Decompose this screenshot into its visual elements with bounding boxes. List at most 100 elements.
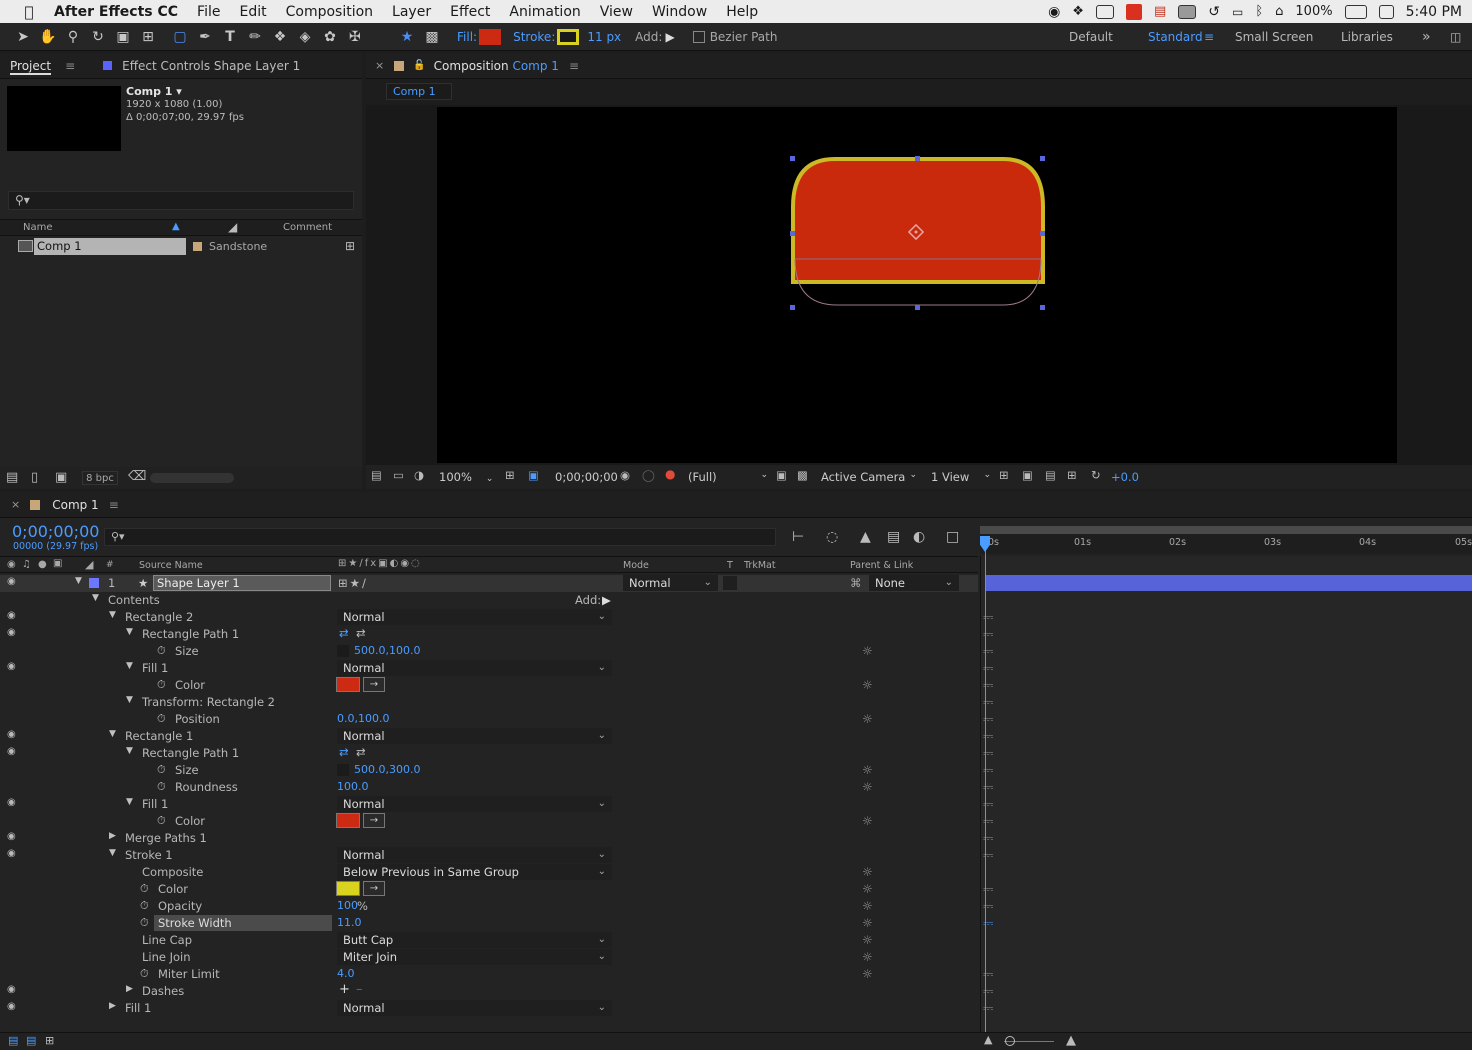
stopwatch-icon[interactable]: ⏱ bbox=[157, 814, 166, 828]
transparency-grid-icon[interactable]: ▩ bbox=[797, 468, 808, 482]
line-cap-dropdown[interactable]: Butt Cap ⌄ bbox=[337, 932, 612, 948]
parent-dropdown[interactable]: None ⌄ bbox=[869, 575, 959, 591]
sort-ascending-icon[interactable]: ▲ bbox=[172, 221, 180, 232]
monitor-icon[interactable]: ▭ bbox=[393, 468, 404, 482]
views-dropdown[interactable]: 1 View ⌄ bbox=[931, 470, 991, 484]
battery-icon[interactable] bbox=[1344, 4, 1367, 19]
eyedropper-icon[interactable]: → bbox=[363, 881, 385, 896]
expression-icon[interactable]: ☼ bbox=[862, 865, 873, 879]
path-direction-icon[interactable]: ⇄ bbox=[339, 626, 349, 640]
layer-switches[interactable]: ⊞★∕ bbox=[338, 576, 368, 590]
workspace-menu-icon[interactable]: ≡ bbox=[1204, 23, 1214, 51]
comp-info-name[interactable]: Comp 1 ▾ bbox=[126, 85, 182, 98]
miter-limit-value[interactable]: 4.0 bbox=[337, 967, 355, 980]
star-icon[interactable]: ★ bbox=[396, 26, 418, 48]
eye-icon[interactable]: ◉ bbox=[7, 577, 19, 587]
clone-stamp-tool-icon[interactable]: ❖ bbox=[269, 26, 291, 48]
layer-label-chip[interactable] bbox=[89, 578, 99, 588]
video-eye-icon[interactable]: ◉ bbox=[7, 559, 16, 570]
mask-visibility-icon[interactable]: ▣ bbox=[528, 468, 539, 482]
resolution-dropdown[interactable]: (Full) ⌄ bbox=[688, 470, 768, 484]
eye-icon[interactable]: ◉ bbox=[7, 628, 19, 638]
expression-icon[interactable]: ☼ bbox=[862, 814, 873, 828]
fill1-blend-dropdown[interactable]: Normal ⌄ bbox=[337, 1000, 612, 1016]
hand-tool-icon[interactable]: ✋ bbox=[37, 26, 59, 48]
expression-icon[interactable]: ☼ bbox=[862, 712, 873, 726]
work-area-bar[interactable] bbox=[980, 526, 1472, 534]
expression-icon[interactable]: ☼ bbox=[862, 763, 873, 777]
rectangle1-path-row[interactable]: ◉ ▼ Rectangle Path 1 ⇄ ⇄ ⎓ bbox=[0, 745, 993, 762]
menu-animation[interactable]: Animation bbox=[509, 4, 580, 20]
expand-triangle-icon[interactable]: ▼ bbox=[109, 729, 116, 739]
comp-timecode[interactable]: 0;00;00;00 bbox=[555, 470, 618, 484]
comp-menu-icon[interactable]: ≡ bbox=[569, 59, 579, 73]
stroke-blend-dropdown[interactable]: Normal ⌄ bbox=[337, 847, 612, 863]
composition-flowchart-icon[interactable]: ⊢ bbox=[792, 529, 804, 545]
collapse-triangle-icon[interactable]: ▶ bbox=[126, 984, 133, 994]
comp-viewer-tab[interactable]: Comp 1 bbox=[386, 83, 452, 100]
solo-icon[interactable]: ● bbox=[38, 559, 47, 570]
col-comment[interactable]: Comment bbox=[283, 222, 332, 233]
workspace-small-screen[interactable]: Small Screen bbox=[1235, 23, 1313, 51]
rectangle1-fill-color-row[interactable]: ⏱ Color → ☼ ⎓ bbox=[0, 813, 993, 830]
layer-name[interactable]: Shape Layer 1 bbox=[153, 575, 331, 591]
new-comp-icon[interactable]: ▣ bbox=[55, 470, 67, 485]
fill1-blend-dropdown[interactable]: Normal ⌄ bbox=[337, 660, 612, 676]
vr-icon[interactable]: ◑ bbox=[414, 468, 424, 482]
eyedropper-icon[interactable]: → bbox=[363, 677, 385, 692]
camera-dropdown[interactable]: Active Camera ⌄ bbox=[821, 470, 917, 484]
shy-layers-icon[interactable]: ▲ bbox=[860, 529, 871, 545]
mask-toggle-icon[interactable]: ▩ bbox=[421, 26, 443, 48]
constrain-proportions-icon[interactable] bbox=[337, 764, 349, 776]
timeline-search-input[interactable]: ⚲▾ bbox=[104, 528, 776, 546]
menu-file[interactable]: File bbox=[197, 4, 220, 20]
col-source-name[interactable]: Source Name bbox=[139, 560, 203, 571]
line-join-dropdown[interactable]: Miter Join ⌄ bbox=[337, 949, 612, 965]
eye-icon[interactable]: ◉ bbox=[7, 849, 19, 859]
eyedropper-icon[interactable]: → bbox=[363, 813, 385, 828]
miter-limit-row[interactable]: ⏱ Miter Limit 4.0 ☼ ⎓ bbox=[0, 966, 993, 983]
menu-help[interactable]: Help bbox=[726, 4, 758, 20]
eye-icon[interactable]: ◉ bbox=[7, 611, 19, 621]
tab-effect-controls[interactable]: Effect Controls Shape Layer 1 bbox=[112, 53, 310, 79]
collapse-triangle-icon[interactable]: ▶ bbox=[109, 831, 116, 841]
timeline-timecode[interactable]: 0;00;00;00 bbox=[12, 522, 99, 541]
display-icon[interactable] bbox=[1178, 4, 1197, 19]
camera-tool-icon[interactable]: ▣ bbox=[112, 26, 134, 48]
creative-cloud-icon[interactable]: ◉ bbox=[1048, 4, 1060, 20]
dropbox-icon[interactable]: ❖ bbox=[1072, 4, 1084, 19]
expand-triangle-icon[interactable]: ▼ bbox=[109, 610, 116, 620]
region-of-interest-icon[interactable]: ▣ bbox=[776, 468, 787, 482]
clock[interactable]: 5:40 PM bbox=[1406, 4, 1462, 20]
path-direction-reverse-icon[interactable]: ⇄ bbox=[356, 626, 366, 640]
workspace-libraries[interactable]: Libraries bbox=[1341, 23, 1393, 51]
expression-icon[interactable]: ☼ bbox=[862, 899, 873, 913]
fill-color-swatch[interactable] bbox=[479, 28, 502, 45]
stopwatch-icon[interactable]: ⏱ bbox=[157, 780, 166, 794]
brush-tool-icon[interactable]: ✏ bbox=[244, 26, 266, 48]
col-mode[interactable]: Mode bbox=[623, 560, 649, 571]
eye-icon[interactable]: ◉ bbox=[7, 1002, 19, 1012]
close-tab-icon[interactable]: × bbox=[375, 59, 384, 72]
pick-whip-icon[interactable]: ⌘ bbox=[850, 576, 862, 590]
stroke-width-row[interactable]: ⏱ Stroke Width 11.0 ☼ ⎓ bbox=[0, 915, 993, 932]
calendar-icon[interactable] bbox=[1378, 4, 1394, 19]
expand-triangle-icon[interactable]: ▼ bbox=[92, 593, 99, 603]
opacity-row[interactable]: ⏱ Opacity 100 % ☼ ⎓ bbox=[0, 898, 993, 915]
time-machine-icon[interactable]: ↺ bbox=[1208, 4, 1220, 20]
transfer-controls-toggle-icon[interactable]: ▤ bbox=[26, 1034, 36, 1047]
always-preview-icon[interactable]: ▤ bbox=[371, 468, 382, 482]
zoom-tool-icon[interactable]: ⚲ bbox=[62, 26, 84, 48]
stroke-width-value[interactable]: 11 px bbox=[587, 30, 621, 44]
tab-project[interactable]: Project bbox=[0, 53, 61, 79]
layer-switches-toggle-icon[interactable]: ▤ bbox=[8, 1034, 18, 1047]
workspace-overflow-icon[interactable]: » bbox=[1422, 23, 1431, 51]
fill-color-swatch[interactable] bbox=[336, 677, 360, 692]
menu-window[interactable]: Window bbox=[652, 4, 707, 20]
label-color-chip[interactable] bbox=[193, 242, 202, 251]
expand-triangle-icon[interactable]: ▼ bbox=[126, 661, 133, 671]
remove-dash-icon[interactable]: – bbox=[356, 982, 363, 997]
col-parent-link[interactable]: Parent & Link bbox=[850, 560, 913, 571]
fill1-blend-dropdown[interactable]: Normal ⌄ bbox=[337, 796, 612, 812]
expand-triangle-icon[interactable]: ▼ bbox=[126, 695, 133, 705]
